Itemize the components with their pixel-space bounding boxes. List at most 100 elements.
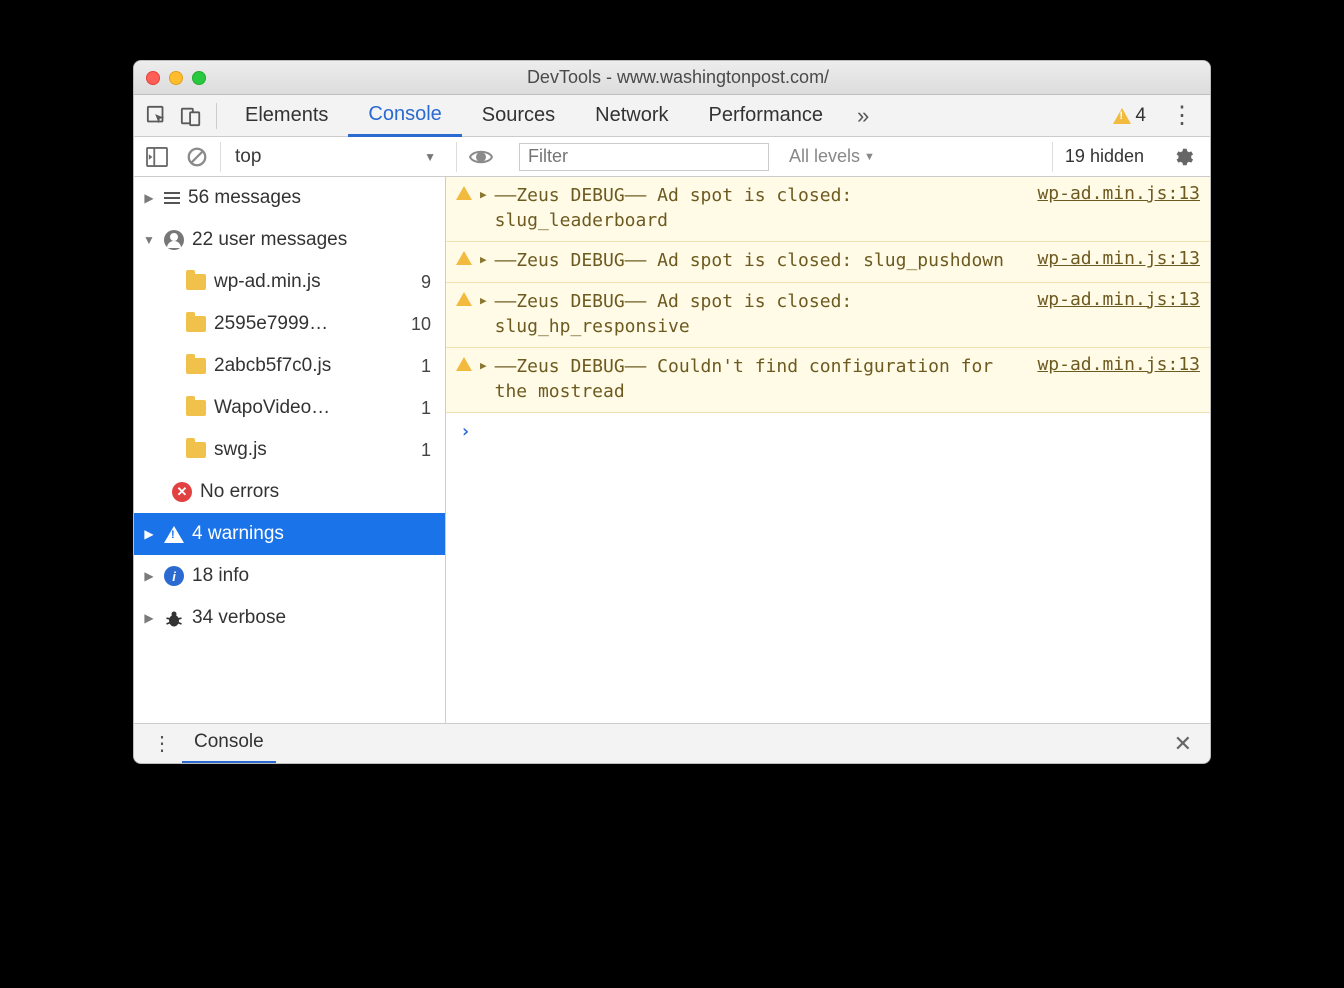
list-icon xyxy=(164,192,180,204)
file-count: 1 xyxy=(421,356,445,377)
sidebar-verbose[interactable]: ▶ 34 verbose xyxy=(134,597,445,639)
message-source-link[interactable]: wp-ad.min.js:13 xyxy=(1037,289,1200,310)
console-settings-icon[interactable] xyxy=(1162,146,1204,168)
warning-count-value: 4 xyxy=(1135,105,1146,127)
maximize-window-button[interactable] xyxy=(192,71,206,85)
folder-icon xyxy=(186,400,206,416)
filter-input[interactable] xyxy=(519,143,769,171)
folder-icon xyxy=(186,274,206,290)
file-name: swg.js xyxy=(214,439,267,461)
message-text: ––Zeus DEBUG–– Ad spot is closed: slug_h… xyxy=(495,289,1030,339)
sidebar-errors-label: No errors xyxy=(200,481,279,503)
tab-sources[interactable]: Sources xyxy=(462,95,575,137)
dropdown-caret-icon: ▼ xyxy=(864,151,875,163)
sidebar-info-label: 18 info xyxy=(192,565,249,587)
close-drawer-icon[interactable]: ✕ xyxy=(1164,731,1202,757)
warning-icon xyxy=(456,186,472,200)
expand-arrow-icon: ▶ xyxy=(142,611,156,625)
disclosure-icon: ▶ xyxy=(480,253,487,266)
file-name: 2abcb5f7c0.js xyxy=(214,355,331,377)
sidebar-file-item[interactable]: WapoVideo… 1 xyxy=(134,387,445,429)
sidebar-file-item[interactable]: swg.js1 xyxy=(134,429,445,471)
sidebar-file-item[interactable]: 2595e7999… 10 xyxy=(134,303,445,345)
tab-console[interactable]: Console xyxy=(348,95,461,137)
folder-icon xyxy=(186,316,206,332)
console-prompt[interactable]: › xyxy=(446,413,1210,450)
console-sidebar: ▶ 56 messages ▼ 22 user messages wp-ad.m… xyxy=(134,177,446,723)
more-tabs-icon[interactable]: » xyxy=(843,103,883,129)
levels-label: All levels xyxy=(789,146,860,167)
file-name: WapoVideo… xyxy=(214,397,330,419)
drawer: ⋮ Console ✕ xyxy=(134,723,1210,763)
minimize-window-button[interactable] xyxy=(169,71,183,85)
warning-icon xyxy=(164,526,184,543)
hidden-messages-count[interactable]: 19 hidden xyxy=(1052,142,1156,172)
collapse-arrow-icon: ▼ xyxy=(142,233,156,247)
message-source-link[interactable]: wp-ad.min.js:13 xyxy=(1037,248,1200,269)
sidebar-messages-label: 56 messages xyxy=(188,187,301,209)
clear-console-icon[interactable] xyxy=(180,140,214,174)
expand-arrow-icon: ▶ xyxy=(142,527,156,541)
disclosure-icon: ▶ xyxy=(480,359,487,372)
sidebar-warnings[interactable]: ▶ 4 warnings xyxy=(134,513,445,555)
context-value: top xyxy=(235,146,261,168)
drawer-tab-console[interactable]: Console xyxy=(182,724,276,764)
live-expression-icon[interactable] xyxy=(456,142,505,172)
tab-performance[interactable]: Performance xyxy=(689,95,844,137)
sidebar-user-messages-label: 22 user messages xyxy=(192,229,347,251)
expand-arrow-icon: ▶ xyxy=(142,569,156,583)
console-warning-row[interactable]: ▶ ––Zeus DEBUG–– Ad spot is closed: slug_… xyxy=(446,177,1210,242)
console-warning-row[interactable]: ▶––Zeus DEBUG–– Ad spot is closed: slug_… xyxy=(446,283,1210,348)
message-text: ––Zeus DEBUG–– Couldn't find configurati… xyxy=(495,354,1030,404)
sidebar-errors[interactable]: ✕ No errors xyxy=(134,471,445,513)
sidebar-messages[interactable]: ▶ 56 messages xyxy=(134,177,445,219)
folder-icon xyxy=(186,442,206,458)
message-source-link[interactable]: wp-ad.min.js:13 xyxy=(1037,354,1200,375)
folder-icon xyxy=(186,358,206,374)
tab-network[interactable]: Network xyxy=(575,95,688,137)
file-name: wp-ad.min.js xyxy=(214,271,321,293)
warning-icon xyxy=(456,357,472,371)
sidebar-warnings-label: 4 warnings xyxy=(192,523,284,545)
titlebar: DevTools - www.washingtonpost.com/ xyxy=(134,61,1210,95)
tab-elements[interactable]: Elements xyxy=(225,95,348,137)
warning-icon xyxy=(456,292,472,306)
sidebar-file-item[interactable]: 2abcb5f7c0.js 1 xyxy=(134,345,445,387)
device-toolbar-icon[interactable] xyxy=(174,99,208,133)
divider xyxy=(216,103,217,129)
drawer-menu-icon[interactable]: ⋮ xyxy=(142,731,182,756)
console-warning-row[interactable]: ▶ ––Zeus DEBUG–– Couldn't find configurat… xyxy=(446,348,1210,413)
sidebar-user-messages[interactable]: ▼ 22 user messages xyxy=(134,219,445,261)
console-warning-row[interactable]: ▶ ––Zeus DEBUG–– Ad spot is closed: slug_… xyxy=(446,242,1210,282)
close-window-button[interactable] xyxy=(146,71,160,85)
devtools-window: DevTools - www.washingtonpost.com/ Eleme… xyxy=(133,60,1211,764)
main-content: ▶ 56 messages ▼ 22 user messages wp-ad.m… xyxy=(134,177,1210,723)
warning-icon xyxy=(1113,108,1131,124)
context-selector[interactable]: top ▼ xyxy=(220,142,450,172)
log-levels-selector[interactable]: All levels ▼ xyxy=(775,146,889,167)
file-count: 9 xyxy=(421,272,445,293)
warning-icon xyxy=(456,251,472,265)
sidebar-info[interactable]: ▶ i 18 info xyxy=(134,555,445,597)
inspect-element-icon[interactable] xyxy=(140,99,174,133)
bug-icon xyxy=(164,609,184,627)
message-text: ––Zeus DEBUG–– Ad spot is closed: slug_l… xyxy=(495,183,1030,233)
disclosure-icon: ▶ xyxy=(480,188,487,201)
dropdown-caret-icon: ▼ xyxy=(424,150,436,164)
console-toolbar: top ▼ All levels ▼ 19 hidden xyxy=(134,137,1210,177)
toggle-sidebar-icon[interactable] xyxy=(140,140,174,174)
message-source-link[interactable]: wp-ad.min.js:13 xyxy=(1037,183,1200,204)
expand-arrow-icon: ▶ xyxy=(142,191,156,205)
main-tabbar: Elements Console Sources Network Perform… xyxy=(134,95,1210,137)
message-text: ––Zeus DEBUG–– Ad spot is closed: slug_p… xyxy=(495,248,1030,273)
console-output: ▶ ––Zeus DEBUG–– Ad spot is closed: slug_… xyxy=(446,177,1210,723)
warning-count-badge[interactable]: 4 xyxy=(1113,105,1146,127)
error-icon: ✕ xyxy=(172,482,192,502)
file-count: 10 xyxy=(411,314,445,335)
settings-menu-icon[interactable]: ⋮ xyxy=(1160,101,1204,130)
window-title: DevTools - www.washingtonpost.com/ xyxy=(206,67,1210,88)
file-name: 2595e7999… xyxy=(214,313,328,335)
user-icon xyxy=(164,230,184,250)
file-count: 1 xyxy=(421,398,445,419)
sidebar-file-item[interactable]: wp-ad.min.js 9 xyxy=(134,261,445,303)
